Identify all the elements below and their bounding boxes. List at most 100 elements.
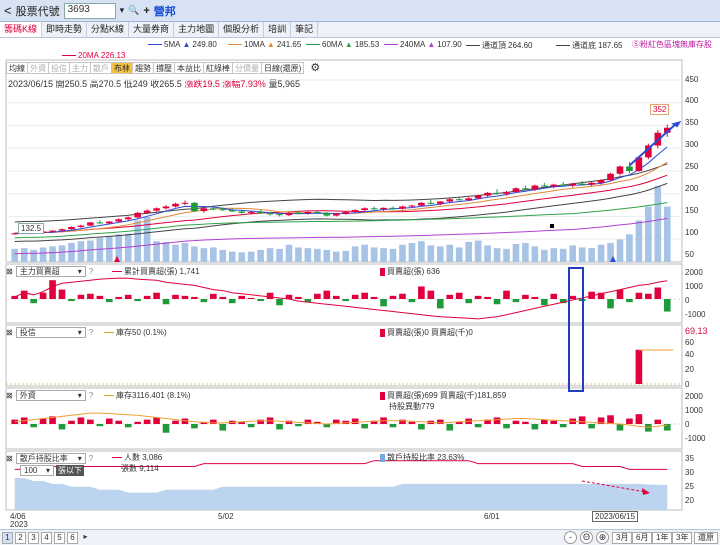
volume-bar	[323, 249, 331, 262]
y-tick: 350	[685, 118, 699, 127]
candle-body	[408, 205, 416, 207]
volume-bar	[77, 241, 85, 262]
chevron-down-icon: ▾	[77, 327, 82, 337]
candle-body	[503, 191, 510, 194]
candle-body	[96, 222, 104, 224]
main-force-bar	[30, 299, 37, 304]
volume-bar	[654, 185, 662, 262]
help-icon[interactable]: ?	[89, 454, 93, 463]
candle-body	[105, 221, 113, 224]
volume-bar	[276, 248, 283, 262]
zoom-in-icon[interactable]: ⊕	[596, 531, 609, 544]
volume-bar	[134, 220, 141, 262]
page-button[interactable]: 4	[41, 532, 52, 544]
foreign-bar	[276, 424, 283, 430]
help-icon[interactable]: ?	[89, 391, 93, 400]
period-restore-button[interactable]: 還原	[694, 532, 718, 544]
main-force-bar	[58, 289, 66, 299]
pane-main-force-select[interactable]: 主力買賣超 ▾	[15, 265, 86, 277]
main-force-bar	[455, 292, 463, 299]
candle-body	[115, 219, 123, 222]
volume-bar	[30, 249, 37, 262]
y-tick: 0	[685, 420, 690, 429]
y-tick: 450	[685, 75, 699, 84]
ma5-line	[14, 146, 668, 234]
candle-body	[304, 211, 312, 214]
help-icon[interactable]: ?	[89, 328, 93, 337]
foreign-bar	[616, 424, 624, 431]
page-button[interactable]: 3	[28, 532, 39, 544]
pane-retail-head: ⊠ 散戶持股比率 ▾ ?	[6, 452, 93, 464]
zoom-reset-icon[interactable]: Θ	[580, 531, 593, 544]
y-tick: 20	[685, 365, 694, 374]
y-tick: 0	[685, 380, 690, 389]
candle-body	[370, 208, 378, 210]
price-chart[interactable]	[0, 0, 720, 545]
foreign-bar	[541, 419, 548, 424]
candle-body	[380, 207, 387, 210]
pane-close-icon[interactable]: ⊠	[6, 454, 13, 463]
main-force-bar	[49, 280, 56, 299]
period-1y-button[interactable]: 1年	[652, 532, 673, 544]
candle-body	[465, 198, 472, 201]
volume-bar	[58, 245, 66, 262]
candle-body	[238, 211, 246, 213]
pane-close-icon[interactable]: ⊠	[6, 328, 13, 337]
pane-close-icon[interactable]: ⊠	[6, 391, 13, 400]
main-force-bar	[266, 292, 274, 299]
y-tick: 400	[685, 96, 699, 105]
event-marker	[550, 224, 554, 228]
candle-body	[446, 199, 454, 202]
volume-bar	[332, 251, 340, 262]
candle-body	[493, 192, 501, 194]
pane2-legend-net: 買賣超(張)0 買賣超(千)0	[380, 327, 473, 338]
volume-bar	[541, 249, 548, 262]
pane-retail-select[interactable]: 散戶持股比率 ▾	[15, 452, 86, 464]
pane-foreign-select[interactable]: 外資 ▾	[15, 389, 86, 401]
main-force-bar	[314, 293, 321, 299]
main-force-bar	[124, 294, 132, 299]
candle-body	[191, 202, 198, 212]
zoom-out-icon[interactable]: -	[564, 531, 577, 544]
foreign-bar	[68, 420, 75, 424]
volume-bar	[172, 244, 179, 262]
volume-bar	[446, 244, 454, 262]
foreign-bar	[351, 418, 359, 424]
period-3y-button[interactable]: 3年	[672, 532, 693, 544]
retail-ratio-area	[14, 478, 668, 510]
y-tick: 50	[685, 250, 694, 259]
main-force-bar	[200, 299, 208, 303]
main-force-bar	[153, 292, 160, 299]
chevron-down-icon: ▾	[77, 266, 82, 276]
volume-bar	[68, 242, 75, 262]
pane-trust-select[interactable]: 投信 ▾	[15, 326, 86, 338]
pane-close-icon[interactable]: ⊠	[6, 267, 13, 276]
period-3m-button[interactable]: 3月	[612, 532, 633, 544]
candle-body	[68, 226, 75, 230]
period-6m-button[interactable]: 6月	[632, 532, 653, 544]
page-next-icon[interactable]: ▸	[80, 532, 91, 544]
candle-body	[484, 192, 491, 196]
volume-bar	[200, 248, 208, 262]
y-tick: 100	[685, 228, 699, 237]
volume-bar	[512, 244, 520, 262]
volume-bar	[645, 206, 652, 262]
main-force-bar	[541, 299, 548, 306]
main-force-bar	[162, 299, 170, 305]
volume-bar	[351, 246, 359, 262]
foreign-bar	[247, 424, 255, 428]
main-force-bar	[522, 294, 529, 299]
page-button[interactable]: 2	[15, 532, 26, 544]
volume-bar	[550, 248, 558, 262]
main-force-bar	[465, 299, 472, 304]
main-force-bar	[247, 297, 255, 299]
page-button[interactable]: 6	[67, 532, 78, 544]
candle-body	[351, 210, 359, 212]
main-force-bar	[351, 294, 359, 299]
lot-size-select[interactable]: 100 ▾	[20, 465, 54, 476]
y-tick: 40	[685, 350, 694, 359]
page-button[interactable]: 5	[54, 532, 65, 544]
help-icon[interactable]: ?	[89, 267, 93, 276]
foreign-bar	[143, 419, 151, 424]
page-button[interactable]: 1	[2, 532, 13, 544]
